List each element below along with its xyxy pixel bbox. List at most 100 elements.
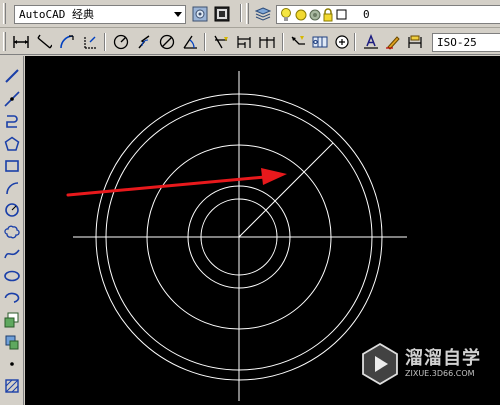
red-annotation-arrow — [66, 168, 287, 197]
toolbar-separator — [104, 33, 106, 51]
workspace-layer-toolbar: AutoCAD 经典 0 — [0, 0, 500, 28]
continue-dimension-icon — [259, 37, 275, 48]
toolbar-grip[interactable] — [246, 3, 249, 24]
viewport-freeze-icon — [309, 9, 321, 21]
workspace-settings-icon — [192, 6, 208, 22]
layer-state-icons — [281, 8, 347, 22]
construction-line-button[interactable] — [1, 88, 23, 110]
arc-length-icon — [60, 35, 74, 49]
ordinate-dimension-icon — [84, 36, 96, 49]
toolbar-separator — [354, 33, 356, 51]
circle-button[interactable] — [1, 199, 23, 221]
quick-dimension-button[interactable] — [210, 31, 232, 53]
ellipse-arc-button[interactable] — [1, 287, 23, 309]
pencil-icon — [386, 36, 400, 50]
insert-block-button[interactable] — [1, 309, 23, 331]
arc-button[interactable] — [1, 177, 23, 199]
toolbar-separator — [240, 4, 242, 22]
polygon-icon — [4, 136, 20, 151]
dimension-edit-button[interactable] — [360, 31, 382, 53]
revision-cloud-button[interactable] — [1, 221, 23, 243]
dimension-update-icon — [408, 35, 422, 48]
dimension-edit-icon — [364, 34, 378, 49]
chevron-down-icon[interactable] — [174, 12, 182, 17]
jogged-dimension-button[interactable] — [133, 31, 155, 53]
toolbar-separator — [282, 33, 284, 51]
hatch-icon — [5, 379, 19, 393]
workspace-dropdown-value: AutoCAD 经典 — [19, 8, 94, 21]
point-button[interactable] — [1, 353, 23, 375]
point-icon — [10, 362, 14, 366]
my-workspace-icon — [214, 6, 230, 22]
layer-dropdown-value: 0 — [363, 8, 370, 21]
diameter-dimension-button[interactable] — [156, 31, 178, 53]
sun-icon — [295, 9, 307, 21]
linear-dimension-button[interactable] — [10, 31, 32, 53]
baseline-dimension-icon — [237, 36, 251, 48]
layer-properties-manager-button[interactable] — [252, 3, 274, 25]
continue-dimension-button[interactable] — [256, 31, 278, 53]
line-icon — [5, 69, 19, 83]
toolbar-separator — [204, 33, 206, 51]
layer-color-swatch-icon — [336, 9, 347, 20]
spline-icon — [4, 249, 20, 259]
quick-leader-button[interactable] — [287, 31, 309, 53]
jogged-dimension-icon — [138, 35, 150, 49]
layer-dropdown[interactable]: 0 — [276, 5, 500, 24]
center-mark-icon — [335, 35, 349, 49]
quick-leader-icon — [291, 36, 305, 45]
spline-button[interactable] — [1, 243, 23, 265]
dimension-update-button[interactable] — [404, 31, 426, 53]
radius-dimension-icon — [113, 34, 129, 50]
tolerance-button[interactable] — [309, 31, 331, 53]
draw-toolbar — [0, 56, 24, 405]
play-logo-icon — [362, 342, 398, 386]
ellipse-button[interactable] — [1, 265, 23, 287]
revision-cloud-icon — [4, 225, 20, 239]
drawing-canvas[interactable]: 溜溜自学 ZIXUE.3D66.COM — [25, 56, 500, 405]
my-workspace-button[interactable] — [211, 3, 233, 25]
line-button[interactable] — [1, 65, 23, 87]
radius-dimension-button[interactable] — [110, 31, 132, 53]
make-block-button[interactable] — [1, 331, 23, 353]
brand-watermark: 溜溜自学 ZIXUE.3D66.COM — [358, 339, 486, 389]
workspace-settings-button[interactable] — [189, 3, 211, 25]
polyline-icon — [6, 115, 18, 128]
lightbulb-icon — [281, 8, 291, 21]
ordinate-dimension-button[interactable] — [79, 31, 101, 53]
hatch-button[interactable] — [1, 375, 23, 397]
layer-stack-icon — [255, 7, 271, 21]
toolbar-grip[interactable] — [3, 3, 6, 24]
toolbar-grip[interactable] — [3, 32, 6, 51]
angular-dimension-button[interactable] — [179, 31, 201, 53]
circle-icon — [5, 203, 19, 217]
watermark-brand-text: 溜溜自学 — [405, 348, 481, 369]
polygon-button[interactable] — [1, 133, 23, 155]
workspace-dropdown[interactable]: AutoCAD 经典 — [14, 5, 186, 24]
make-block-icon — [5, 335, 19, 350]
arc-length-button[interactable] — [56, 31, 78, 53]
angular-dimension-icon — [183, 35, 197, 49]
lock-icon — [323, 8, 333, 22]
dimension-style-dropdown[interactable]: ISO-25 — [432, 33, 500, 52]
ellipse-icon — [4, 270, 20, 282]
dimension-text-edit-button[interactable] — [382, 31, 404, 53]
aligned-dimension-button[interactable] — [33, 31, 55, 53]
dimension-style-value: ISO-25 — [437, 36, 477, 49]
center-mark-button[interactable] — [331, 31, 353, 53]
rectangle-icon — [5, 160, 19, 172]
construction-line-icon — [4, 91, 20, 107]
linear-dimension-icon — [13, 36, 29, 48]
diameter-dimension-icon — [159, 34, 175, 50]
arc-icon — [6, 182, 19, 195]
baseline-dimension-button[interactable] — [233, 31, 255, 53]
aligned-dimension-icon — [37, 34, 52, 49]
insert-block-icon — [4, 312, 19, 328]
ellipse-arc-icon — [4, 292, 20, 303]
dimension-toolbar: ISO-25 — [0, 29, 500, 55]
polyline-button[interactable] — [1, 110, 23, 132]
tolerance-icon — [312, 36, 328, 48]
watermark-url-text: ZIXUE.3D66.COM — [405, 369, 475, 378]
rectangle-button[interactable] — [1, 155, 23, 177]
quick-dimension-icon — [214, 35, 228, 49]
